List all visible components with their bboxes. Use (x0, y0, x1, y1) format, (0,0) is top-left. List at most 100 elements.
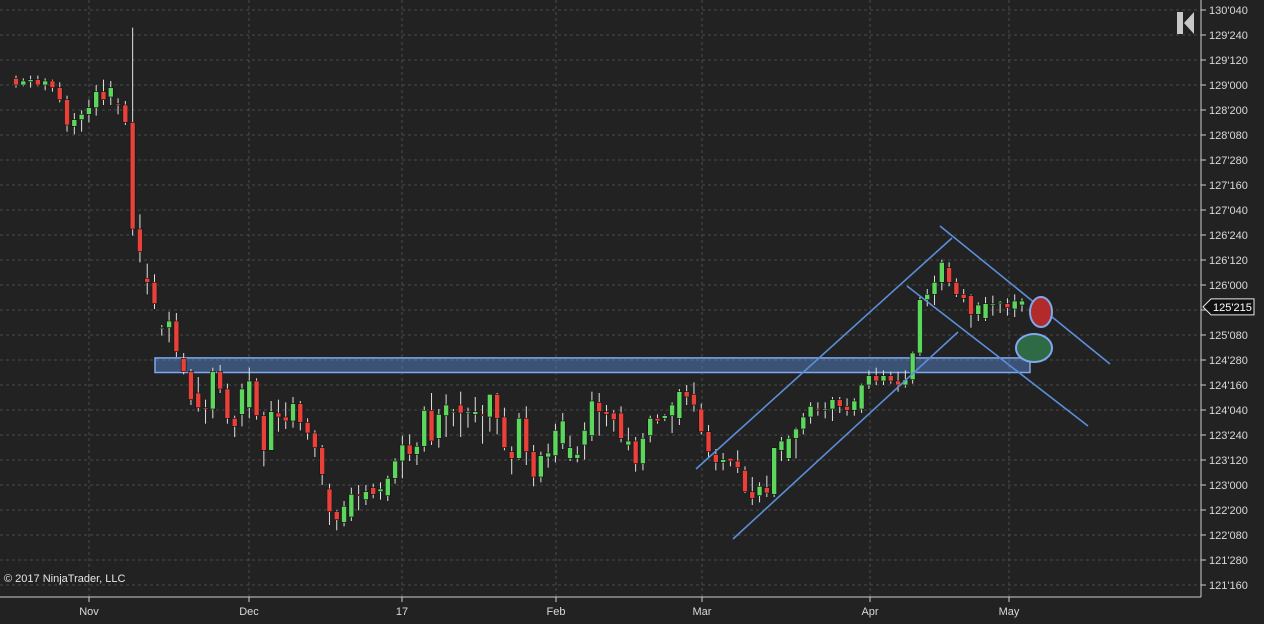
candle-body (990, 303, 996, 306)
red-circle-marker[interactable] (1029, 296, 1053, 328)
candle-body (946, 267, 952, 283)
candle-body (348, 494, 355, 518)
candle-body (64, 99, 70, 126)
candle-body (625, 440, 632, 446)
candle-body (530, 451, 537, 478)
candle-body (472, 411, 479, 415)
candle-body (815, 408, 821, 411)
candle-body (997, 302, 1003, 304)
candle-body (654, 418, 661, 422)
candle-body (217, 371, 223, 390)
candle-body (836, 399, 843, 407)
candle-body (669, 404, 675, 416)
candle-body (268, 411, 274, 451)
candle-body (734, 460, 741, 468)
price-tick-label: 124'040 (1209, 405, 1248, 417)
price-tick-label: 122'200 (1209, 505, 1248, 517)
candle-body (771, 447, 777, 495)
price-tick-label: 123'240 (1209, 430, 1248, 442)
candle-body (100, 91, 107, 100)
candle-body (239, 388, 245, 415)
price-tick-label: 129'000 (1209, 80, 1248, 92)
candle-body (436, 414, 442, 439)
candle-body (720, 459, 726, 463)
candle-body (640, 438, 646, 464)
candle-body (764, 487, 770, 494)
candle-body (873, 375, 880, 382)
candle-body (538, 455, 544, 478)
candle-body (589, 400, 595, 436)
candle-body (494, 394, 500, 419)
candle-body (414, 446, 420, 455)
candle-body (137, 228, 143, 252)
candle-body (552, 430, 559, 456)
price-tick-label: 128'200 (1209, 105, 1248, 117)
candle-body (887, 375, 894, 382)
candle-body (917, 299, 923, 354)
candle (253, 378, 260, 420)
candle (516, 413, 522, 460)
last-price-label: 125'215 (1213, 302, 1252, 314)
price-tick-label: 121'160 (1209, 580, 1248, 592)
candle-body (523, 418, 530, 452)
candle-body (931, 282, 938, 295)
time-tick-label: May (999, 606, 1020, 618)
candle-body (880, 375, 887, 382)
candle-body (939, 262, 945, 283)
candle-body (829, 399, 836, 410)
candle-body (581, 430, 588, 446)
candle-body (35, 79, 41, 86)
candle-body (107, 87, 114, 98)
candle-body (202, 407, 209, 410)
candle-body (749, 491, 756, 499)
price-tick-label: 122'080 (1209, 530, 1248, 542)
candle-body (457, 404, 464, 414)
price-tick-label: 124'160 (1209, 380, 1248, 392)
candle-body (676, 391, 683, 419)
price-tick-label: 130'040 (1209, 5, 1248, 17)
candle-body (844, 406, 850, 411)
candle-body (683, 391, 690, 398)
candle-body (115, 103, 121, 106)
price-tick-label: 127'040 (1209, 205, 1248, 217)
candle (742, 466, 748, 493)
candle-body (151, 282, 158, 304)
candle-body (647, 418, 654, 436)
price-tick-label: 121'280 (1209, 555, 1248, 567)
candle-body (384, 478, 391, 496)
price-tick-label: 128'080 (1209, 130, 1248, 142)
ninjatrader-logo-icon[interactable] (1176, 10, 1196, 36)
candle-body (800, 416, 807, 430)
candle-body (27, 79, 34, 82)
time-tick-label: 17 (396, 606, 408, 618)
candle-body (975, 304, 982, 315)
candle-body (56, 87, 63, 100)
price-tick-label: 127'280 (1209, 155, 1248, 167)
price-tick-label: 126'120 (1209, 255, 1248, 267)
support-zone[interactable] (154, 357, 1031, 374)
candle-body (895, 380, 901, 386)
chart-background (0, 0, 1264, 624)
candle-body (960, 294, 967, 299)
candle-body (406, 444, 413, 455)
candle-body (20, 80, 27, 86)
candle-body (479, 414, 486, 416)
candle-body (1011, 300, 1018, 310)
candle-body (603, 411, 610, 415)
candle-body (982, 303, 989, 319)
green-circle-marker[interactable] (1015, 333, 1053, 363)
candle (771, 447, 777, 497)
candle-body (297, 403, 304, 423)
time-tick-label: Dec (239, 606, 259, 618)
candle-body (778, 440, 785, 451)
candle-body (93, 91, 99, 108)
candle-body (610, 412, 617, 420)
candle-body (756, 486, 763, 496)
candle-body (370, 487, 377, 495)
candle-body (851, 400, 858, 411)
candle-body (122, 104, 129, 123)
time-tick-label: Nov (79, 606, 99, 618)
candle-body (392, 460, 398, 479)
candle-body (304, 422, 311, 434)
candle-body (326, 488, 333, 512)
